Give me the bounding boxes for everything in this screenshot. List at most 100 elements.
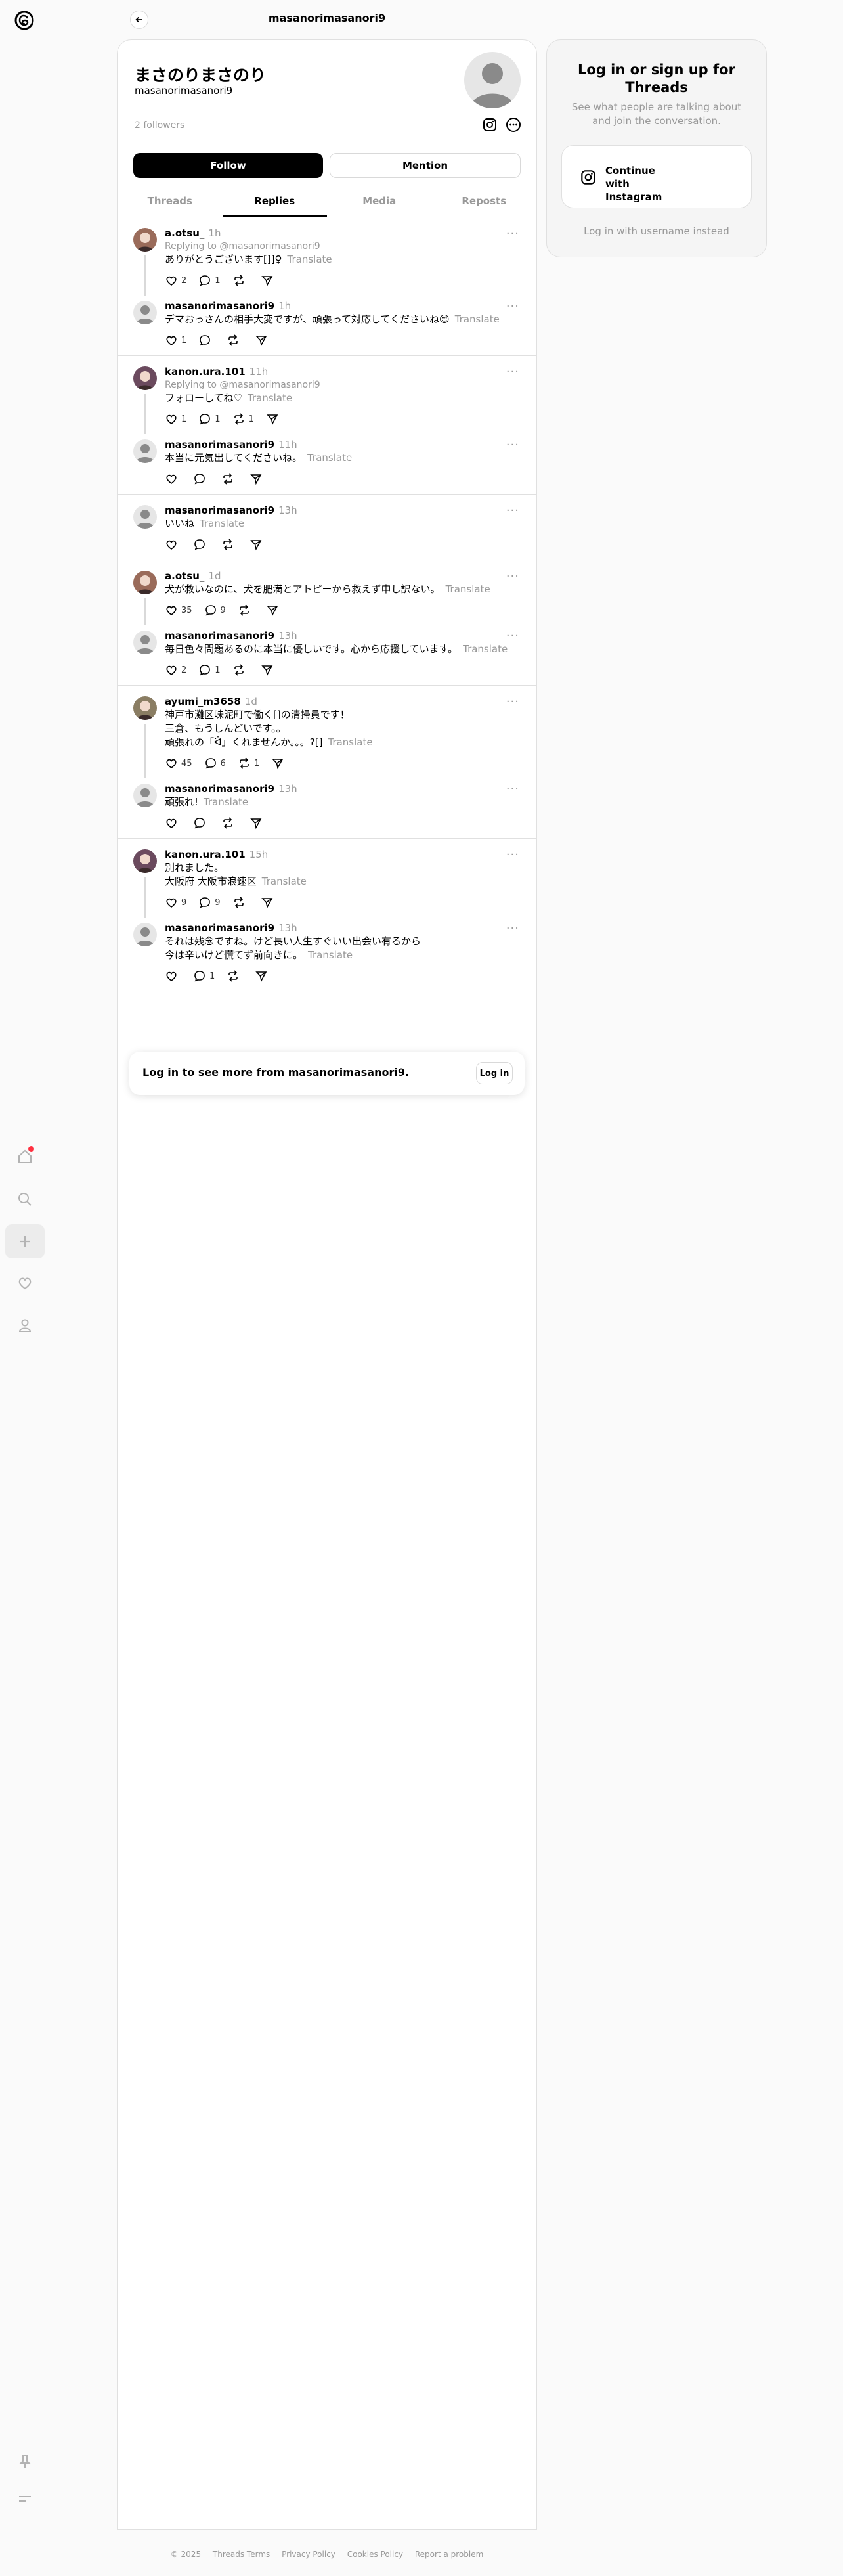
avatar[interactable] [133, 571, 157, 594]
comment-button[interactable] [198, 334, 215, 347]
reply-post[interactable]: ··· masanorimasanori9 13h それは残念ですね。けど長い人生すぐ… [118, 915, 536, 988]
avatar[interactable] [133, 301, 157, 324]
post-username[interactable]: masanorimasanori9 [165, 783, 274, 795]
footer-cookies-link[interactable]: Cookies Policy [347, 2550, 403, 2559]
post-more-icon[interactable]: ··· [506, 922, 519, 935]
tab-reposts[interactable]: Reposts [432, 186, 537, 217]
post-more-icon[interactable]: ··· [506, 504, 519, 518]
post-timestamp[interactable]: 1d [245, 696, 257, 707]
tab-threads[interactable]: Threads [118, 186, 223, 217]
post-username[interactable]: masanorimasanori9 [165, 504, 274, 516]
post-more-icon[interactable]: ··· [506, 300, 519, 313]
translate-link[interactable]: Translate [307, 452, 352, 464]
like-button[interactable]: 45 [165, 757, 192, 770]
post-more-icon[interactable]: ··· [506, 848, 519, 862]
avatar[interactable] [133, 631, 157, 654]
post-username[interactable]: masanorimasanori9 [165, 439, 274, 451]
share-button[interactable] [266, 604, 279, 617]
reply-post[interactable]: ··· masanorimasanori9 1h デマおっさんの相手大変ですが、頑張っ… [118, 293, 536, 353]
repost-button[interactable] [232, 896, 249, 909]
create-post-icon[interactable] [5, 1224, 45, 1258]
avatar[interactable] [133, 696, 157, 720]
translate-link[interactable]: Translate [446, 583, 490, 595]
like-button[interactable]: 2 [165, 663, 186, 677]
avatar[interactable] [133, 366, 157, 390]
comment-button[interactable] [193, 538, 209, 551]
replying-to-label[interactable]: Replying to @masanorimasanori9 [165, 378, 521, 391]
like-button[interactable]: 2 [165, 274, 186, 287]
comment-button[interactable]: 9 [204, 604, 226, 617]
like-button[interactable] [165, 816, 181, 830]
post-timestamp[interactable]: 1d [208, 570, 221, 582]
post-timestamp[interactable]: 13h [278, 783, 297, 795]
share-button[interactable] [261, 274, 274, 287]
profile-icon[interactable] [5, 1308, 45, 1343]
avatar[interactable] [133, 784, 157, 807]
post-username[interactable]: ayumi_m3658 [165, 696, 241, 707]
like-button[interactable]: 1 [165, 412, 186, 426]
like-button[interactable] [165, 969, 181, 983]
footer-report-link[interactable]: Report a problem [415, 2550, 483, 2559]
post-username[interactable]: kanon.ura.101 [165, 366, 246, 378]
share-button[interactable] [249, 472, 263, 485]
repost-button[interactable] [227, 969, 243, 983]
reply-post[interactable]: ··· a.otsu_ 1d 犬が救いなのに、犬を肥満とアトピーから救えず申し訳ない。… [118, 563, 536, 625]
followers-count[interactable]: 2 followers [135, 120, 184, 131]
footer-terms-link[interactable]: Threads Terms [213, 2550, 270, 2559]
search-icon[interactable] [5, 1182, 45, 1216]
translate-link[interactable]: Translate [288, 254, 332, 265]
repost-button[interactable] [238, 604, 254, 617]
post-timestamp[interactable]: 13h [278, 504, 297, 516]
threads-logo-icon[interactable] [13, 9, 35, 32]
tab-replies[interactable]: Replies [222, 186, 327, 217]
translate-link[interactable]: Translate [308, 949, 353, 961]
mention-button[interactable]: Mention [330, 153, 521, 178]
translate-link[interactable]: Translate [204, 796, 248, 808]
reply-post[interactable]: ··· masanorimasanori9 13h いいね Translate [118, 497, 536, 557]
repost-button[interactable] [221, 816, 238, 830]
like-button[interactable]: 1 [165, 334, 186, 347]
username-login-link[interactable]: Log in with username instead [547, 225, 766, 237]
reply-post[interactable]: ··· kanon.ura.101 15h 別れました。 大阪府 大阪市浪速区 Tran… [118, 841, 536, 918]
repost-button[interactable]: 1 [232, 412, 254, 426]
post-more-icon[interactable]: ··· [506, 782, 519, 796]
comment-button[interactable] [193, 816, 209, 830]
avatar[interactable] [133, 923, 157, 946]
repost-button[interactable] [227, 334, 243, 347]
post-timestamp[interactable]: 1h [278, 300, 291, 312]
more-options-icon[interactable] [505, 116, 522, 133]
instagram-icon[interactable] [481, 116, 498, 133]
post-more-icon[interactable]: ··· [506, 227, 519, 240]
replying-to-label[interactable]: Replying to @masanorimasanori9 [165, 240, 521, 253]
comment-button[interactable]: 6 [204, 757, 226, 770]
avatar[interactable] [133, 505, 157, 529]
post-more-icon[interactable]: ··· [506, 365, 519, 379]
share-button[interactable] [261, 896, 274, 909]
post-username[interactable]: masanorimasanori9 [165, 922, 274, 934]
repost-button[interactable] [232, 663, 249, 677]
share-button[interactable] [255, 969, 268, 983]
comment-button[interactable]: 1 [193, 969, 215, 983]
avatar[interactable] [133, 439, 157, 463]
post-username[interactable]: a.otsu_ [165, 570, 204, 582]
share-button[interactable] [255, 334, 268, 347]
reply-post[interactable]: ··· masanorimasanori9 13h 頑張れ! Translate [118, 776, 536, 835]
repost-button[interactable]: 1 [238, 757, 259, 770]
share-button[interactable] [261, 663, 274, 677]
heart-icon[interactable] [5, 1266, 45, 1300]
post-username[interactable]: a.otsu_ [165, 227, 204, 239]
reply-post[interactable]: ··· a.otsu_ 1h Replying to @masanorimasanor… [118, 220, 536, 296]
login-button[interactable]: Log in [476, 1062, 513, 1084]
like-button[interactable]: 35 [165, 604, 192, 617]
menu-icon[interactable] [5, 2481, 45, 2516]
reply-post[interactable]: ··· masanorimasanori9 11h 本当に元気出してくださいね。 Tra… [118, 432, 536, 491]
like-button[interactable] [165, 472, 181, 485]
avatar[interactable] [133, 849, 157, 873]
pin-icon[interactable] [5, 2445, 45, 2479]
repost-button[interactable] [221, 472, 238, 485]
post-timestamp[interactable]: 11h [249, 366, 269, 378]
translate-link[interactable]: Translate [463, 643, 508, 655]
repost-button[interactable] [221, 538, 238, 551]
reply-post[interactable]: ··· masanorimasanori9 13h 毎日色々問題あるのに本当に優しいで… [118, 623, 536, 682]
post-timestamp[interactable]: 1h [208, 227, 221, 239]
